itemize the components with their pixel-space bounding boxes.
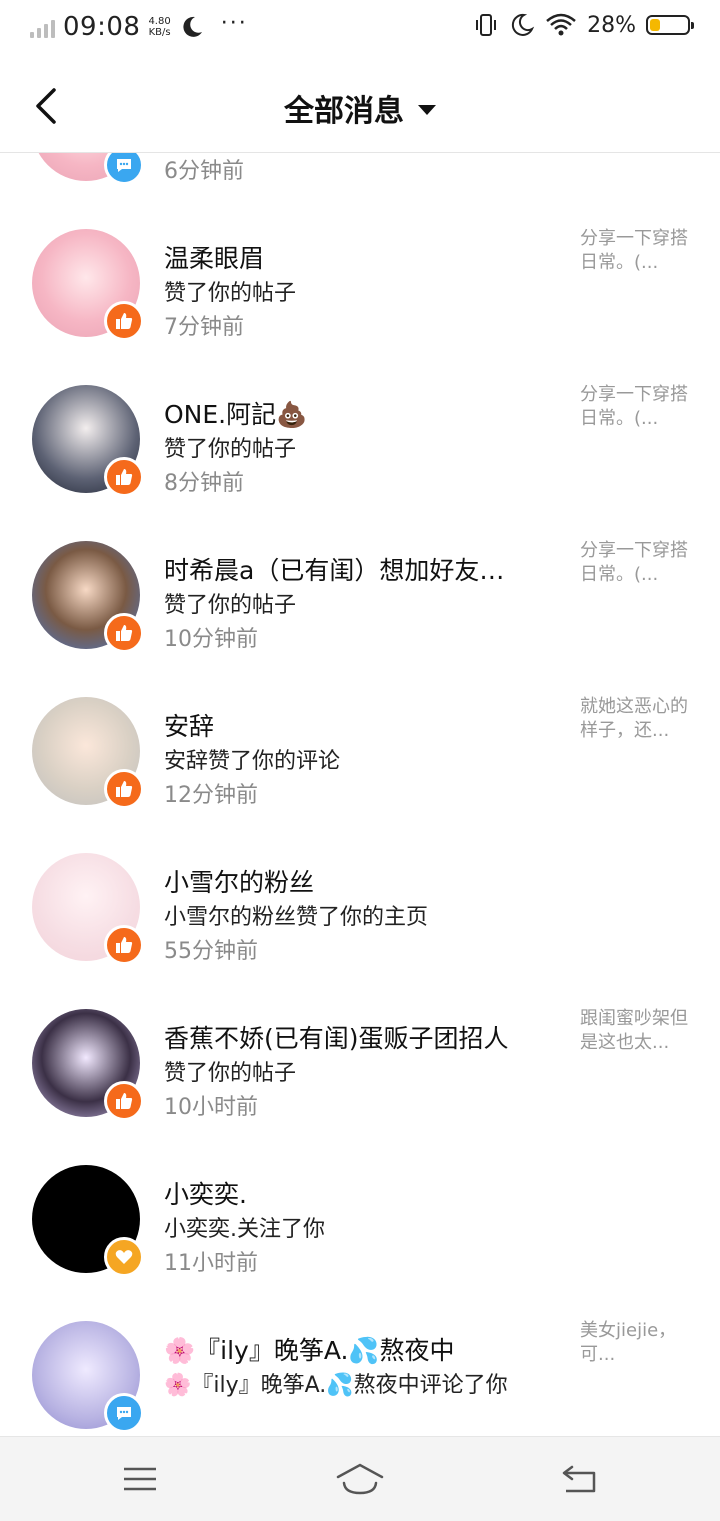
message-action: 赞了你的帖子 bbox=[164, 1061, 297, 1086]
battery-fill bbox=[650, 19, 660, 31]
page-title: 全部消息 bbox=[284, 94, 404, 129]
message-list[interactable]: 温柔眼眉温柔眼眉评论了你6分钟前挺好看的温柔眼眉赞了你的帖子7分钟前分享一下穿搭… bbox=[0, 153, 720, 1436]
signal-icon bbox=[30, 16, 55, 38]
comment-icon bbox=[104, 153, 144, 185]
message-item[interactable]: 香蕉不娇(已有闺)蛋贩子团招人赞了你的帖子 10小时前 跟闺蜜吵架但是这也太... bbox=[0, 1008, 720, 1165]
content-preview: 分享一下穿搭日常。(... bbox=[580, 540, 688, 585]
moon-icon bbox=[183, 16, 202, 37]
content-preview: 跟闺蜜吵架但是这也太... bbox=[580, 1008, 688, 1053]
content-preview: 就她这恶心的样子，还... bbox=[580, 696, 688, 741]
status-left: 09:08 4.80 KB/s ··· bbox=[30, 10, 248, 42]
thumbs-up-icon bbox=[104, 457, 144, 497]
message-item[interactable]: 小雪尔的粉丝小雪尔的粉丝赞了你的主页 55分钟前 bbox=[0, 853, 720, 1009]
status-bar: 09:08 4.80 KB/s ··· 28% bbox=[0, 0, 720, 60]
message-time: 12分钟前 bbox=[164, 783, 258, 808]
return-icon bbox=[562, 1465, 596, 1493]
menu-icon bbox=[124, 1467, 156, 1491]
message-item[interactable]: 温柔眼眉赞了你的帖子 7分钟前 分享一下穿搭日常。(... bbox=[0, 228, 720, 385]
thumbs-up-icon bbox=[104, 925, 144, 965]
message-action: 赞了你的帖子 bbox=[164, 281, 297, 306]
net-speed-value: 4.80 bbox=[148, 16, 171, 27]
message-action: 小雪尔的粉丝赞了你的主页 bbox=[164, 905, 429, 930]
content-preview: 分享一下穿搭日常。(... bbox=[580, 384, 688, 429]
message-item[interactable]: 小奕奕. 小奕奕.关注了你 11小时前 bbox=[0, 1165, 720, 1321]
thumbs-up-icon bbox=[104, 769, 144, 809]
sender-name[interactable]: ONE.阿記💩 bbox=[164, 395, 554, 431]
sender-name[interactable]: 小奕奕. bbox=[164, 1175, 554, 1211]
sender-name[interactable]: 🌸『ily』晚筝A.💦熬夜中 bbox=[164, 1331, 554, 1367]
message-time: 10分钟前 bbox=[164, 627, 258, 652]
message-time: 6分钟前 bbox=[164, 159, 244, 184]
message-time: 55分钟前 bbox=[164, 939, 258, 964]
message-action: 小奕奕.关注了你 bbox=[164, 1217, 325, 1242]
message-item[interactable]: 安辞安辞赞了你的评论 12分钟前 就她这恶心的样子，还... bbox=[0, 696, 720, 853]
battery-icon bbox=[646, 15, 694, 35]
moon-icon bbox=[512, 13, 535, 36]
home-button[interactable] bbox=[330, 1457, 390, 1501]
thumbs-up-icon bbox=[104, 1081, 144, 1121]
message-item[interactable]: 温柔眼眉温柔眼眉评论了你6分钟前挺好看的 bbox=[0, 153, 720, 229]
sender-name[interactable]: 安辞 bbox=[164, 707, 554, 743]
title-dropdown[interactable]: 全部消息 bbox=[0, 86, 720, 130]
net-speed: 4.80 KB/s bbox=[148, 16, 170, 38]
status-right: 28% bbox=[473, 12, 694, 38]
message-action: 赞了你的帖子 bbox=[164, 437, 297, 462]
clock: 09:08 bbox=[63, 12, 141, 42]
battery-percent: 28% bbox=[587, 12, 636, 38]
message-item[interactable]: 🌸『ily』晚筝A.💦熬夜中 🌸『ily』晚筝A.💦熬夜中评论了你 美女jiejie… bbox=[0, 1320, 720, 1436]
message-item[interactable]: 时希晨a（已有闺）想加好友… 赞了你的帖子 10分钟前 分享一下穿搭日常。(... bbox=[0, 540, 720, 697]
wifi-icon bbox=[546, 13, 576, 36]
app-header: 全部消息 bbox=[0, 60, 720, 153]
message-action: 赞了你的帖子 bbox=[164, 593, 297, 618]
home-icon bbox=[336, 1463, 384, 1495]
message-action: 安辞赞了你的评论 bbox=[164, 749, 341, 774]
sender-name[interactable]: 香蕉不娇(已有闺)蛋贩子团招人 bbox=[164, 1019, 554, 1055]
message-action: 🌸『ily』晚筝A.💦熬夜中评论了你 bbox=[164, 1373, 508, 1398]
return-button[interactable] bbox=[550, 1457, 610, 1501]
menu-button[interactable] bbox=[110, 1457, 170, 1501]
vibrate-icon bbox=[476, 14, 497, 36]
sender-name[interactable]: 时希晨a（已有闺）想加好友… bbox=[164, 551, 554, 587]
system-nav-bar bbox=[0, 1436, 720, 1521]
content-preview: 美女jiejie，可... bbox=[580, 1320, 677, 1365]
message-time: 8分钟前 bbox=[164, 471, 244, 496]
message-time: 7分钟前 bbox=[164, 315, 244, 340]
message-time: 11小时前 bbox=[164, 1251, 258, 1276]
sender-name[interactable]: 温柔眼眉 bbox=[164, 239, 554, 275]
sender-name[interactable]: 小雪尔的粉丝 bbox=[164, 863, 554, 899]
more-dots: ··· bbox=[220, 10, 248, 36]
message-time: 10小时前 bbox=[164, 1095, 258, 1120]
comment-icon bbox=[104, 1393, 144, 1433]
heart-icon bbox=[104, 1237, 144, 1277]
caret-down-icon bbox=[418, 105, 436, 115]
message-item[interactable]: ONE.阿記💩 赞了你的帖子 8分钟前 分享一下穿搭日常。(... bbox=[0, 384, 720, 541]
content-preview: 分享一下穿搭日常。(... bbox=[580, 228, 688, 273]
net-speed-unit: KB/s bbox=[148, 27, 171, 38]
thumbs-up-icon bbox=[104, 613, 144, 653]
thumbs-up-icon bbox=[104, 301, 144, 341]
